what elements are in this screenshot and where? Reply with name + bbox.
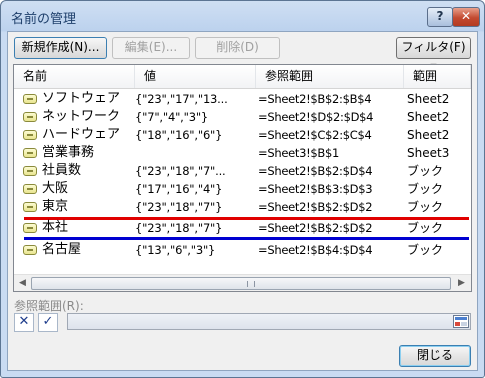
name-range-icon xyxy=(23,184,37,194)
name-range-icon xyxy=(23,148,37,158)
item-refers-to: =Sheet2!$B$2:$D$4 xyxy=(258,164,373,178)
item-name: ハードウェア xyxy=(42,127,121,142)
help-button[interactable]: ? xyxy=(427,7,453,27)
list-item[interactable]: ネットワーク {"7","4","3"} =Sheet2!$D$2:$D$4 S… xyxy=(14,108,471,126)
refers-to-label: 参照範囲(R): xyxy=(14,299,84,313)
item-value: {"13","6","3"} xyxy=(135,243,216,257)
item-scope: Sheet3 xyxy=(407,146,450,160)
name-range-icon xyxy=(23,202,37,212)
item-name: 名古屋 xyxy=(42,242,82,257)
blue-annotation-line xyxy=(24,237,469,240)
item-name: 東京 xyxy=(42,199,69,214)
item-scope: ブック xyxy=(407,243,444,257)
item-name: 本社 xyxy=(42,220,69,235)
dialog-title: 名前の管理 xyxy=(11,12,77,27)
name-range-icon xyxy=(23,166,37,176)
collapse-dialog-icon[interactable] xyxy=(453,315,469,328)
list-item[interactable]: 社員数 {"23","18","7"... =Sheet2!$B$2:$D$4 … xyxy=(14,162,471,180)
item-scope: Sheet2 xyxy=(407,92,450,106)
thumb-grip-icon xyxy=(247,281,255,287)
column-header-value[interactable]: 値 xyxy=(135,65,256,88)
name-manager-dialog: 名前の管理 ? ✕ 新規作成(N)... 編集(E)... 削除(D) フィルタ… xyxy=(0,0,485,378)
scroll-right-icon[interactable]: ▶ xyxy=(454,276,469,291)
item-value: {"17","16","4"} xyxy=(135,182,223,196)
column-header-scope[interactable]: 範囲 xyxy=(404,65,471,88)
list-item[interactable]: 大阪 {"17","16","4"} =Sheet2!$B$3:$D$3 ブック xyxy=(14,180,471,198)
confirm-edit-icon[interactable]: ✓ xyxy=(38,313,58,332)
name-range-icon xyxy=(23,223,37,233)
item-value: {"18","16","6"} xyxy=(135,128,223,142)
item-scope: ブック xyxy=(407,221,444,235)
name-range-icon xyxy=(23,130,37,140)
name-range-icon xyxy=(23,94,37,104)
item-value xyxy=(135,144,254,162)
title-bar: 名前の管理 ? ✕ xyxy=(1,1,484,31)
item-refers-to: =Sheet2!$B$2:$D$2 xyxy=(258,221,373,235)
item-name: ネットワーク xyxy=(42,109,121,124)
item-scope: ブック xyxy=(407,200,444,214)
list-item[interactable]: 名古屋 {"13","6","3"} =Sheet2!$B$4:$D$4 ブック xyxy=(14,241,471,259)
item-value: {"23","18","7"... xyxy=(135,164,226,178)
item-refers-to: =Sheet2!$C$2:$C$4 xyxy=(258,128,372,142)
column-header-name[interactable]: 名前 xyxy=(14,65,135,88)
name-range-icon xyxy=(23,112,37,122)
item-name: ソフトウェア xyxy=(42,91,121,106)
cancel-edit-icon[interactable]: ✕ xyxy=(14,313,34,332)
item-refers-to: =Sheet2!$B$2:$D$2 xyxy=(258,200,373,214)
item-value: {"7","4","3"} xyxy=(135,110,209,124)
scroll-left-icon[interactable]: ◀ xyxy=(15,276,30,291)
list-item[interactable]: 営業事務 =Sheet3!$B$1 Sheet3 xyxy=(14,144,471,162)
item-refers-to: =Sheet2!$B$2:$B$4 xyxy=(258,92,372,106)
list-item[interactable]: ソフトウェア {"23","17","13... =Sheet2!$B$2:$B… xyxy=(14,90,471,108)
item-scope: Sheet2 xyxy=(407,128,450,142)
item-scope: ブック xyxy=(407,182,444,196)
scrollbar-thumb[interactable] xyxy=(31,277,451,290)
close-button[interactable]: 閉じる xyxy=(399,345,471,367)
horizontal-scrollbar[interactable]: ◀ ▶ xyxy=(14,274,471,291)
filter-button[interactable]: フィルタ(F) ▾ xyxy=(396,37,471,73)
item-refers-to: =Sheet2!$B$4:$D$4 xyxy=(258,243,373,257)
delete-button[interactable]: 削除(D) xyxy=(195,37,280,59)
column-header-refers-to[interactable]: 参照範囲 xyxy=(256,65,404,88)
dialog-client-area: 新規作成(N)... 編集(E)... 削除(D) フィルタ(F) ▾ 名前 値… xyxy=(7,31,478,371)
list-item[interactable]: ハードウェア {"18","16","6"} =Sheet2!$C$2:$C$4… xyxy=(14,126,471,144)
item-name: 大阪 xyxy=(42,181,69,196)
item-refers-to: =Sheet2!$D$2:$D$4 xyxy=(258,110,374,124)
item-name: 営業事務 xyxy=(42,145,95,160)
item-scope: ブック xyxy=(407,164,444,178)
item-refers-to: =Sheet3!$B$1 xyxy=(258,146,340,160)
close-window-button[interactable]: ✕ xyxy=(452,7,480,27)
names-list[interactable]: 名前 値 参照範囲 範囲 ソフトウェア {"23","17","13... =S… xyxy=(13,64,472,292)
item-value: {"23","18","7"} xyxy=(135,221,223,235)
list-item[interactable]: 東京 {"23","18","7"} =Sheet2!$B$2:$D$2 ブック xyxy=(14,198,471,216)
list-item[interactable]: 本社 {"23","18","7"} =Sheet2!$B$2:$D$2 ブック xyxy=(14,219,471,237)
item-value: {"23","18","7"} xyxy=(135,200,223,214)
list-header: 名前 値 参照範囲 範囲 xyxy=(14,65,471,89)
edit-button[interactable]: 編集(E)... xyxy=(112,37,190,59)
new-button[interactable]: 新規作成(N)... xyxy=(14,37,107,59)
item-scope: Sheet2 xyxy=(407,110,450,124)
item-value: {"23","17","13... xyxy=(135,92,228,106)
item-refers-to: =Sheet2!$B$3:$D$3 xyxy=(258,182,373,196)
name-range-icon xyxy=(23,245,37,255)
item-name: 社員数 xyxy=(42,163,82,178)
refers-to-field[interactable] xyxy=(67,313,471,330)
